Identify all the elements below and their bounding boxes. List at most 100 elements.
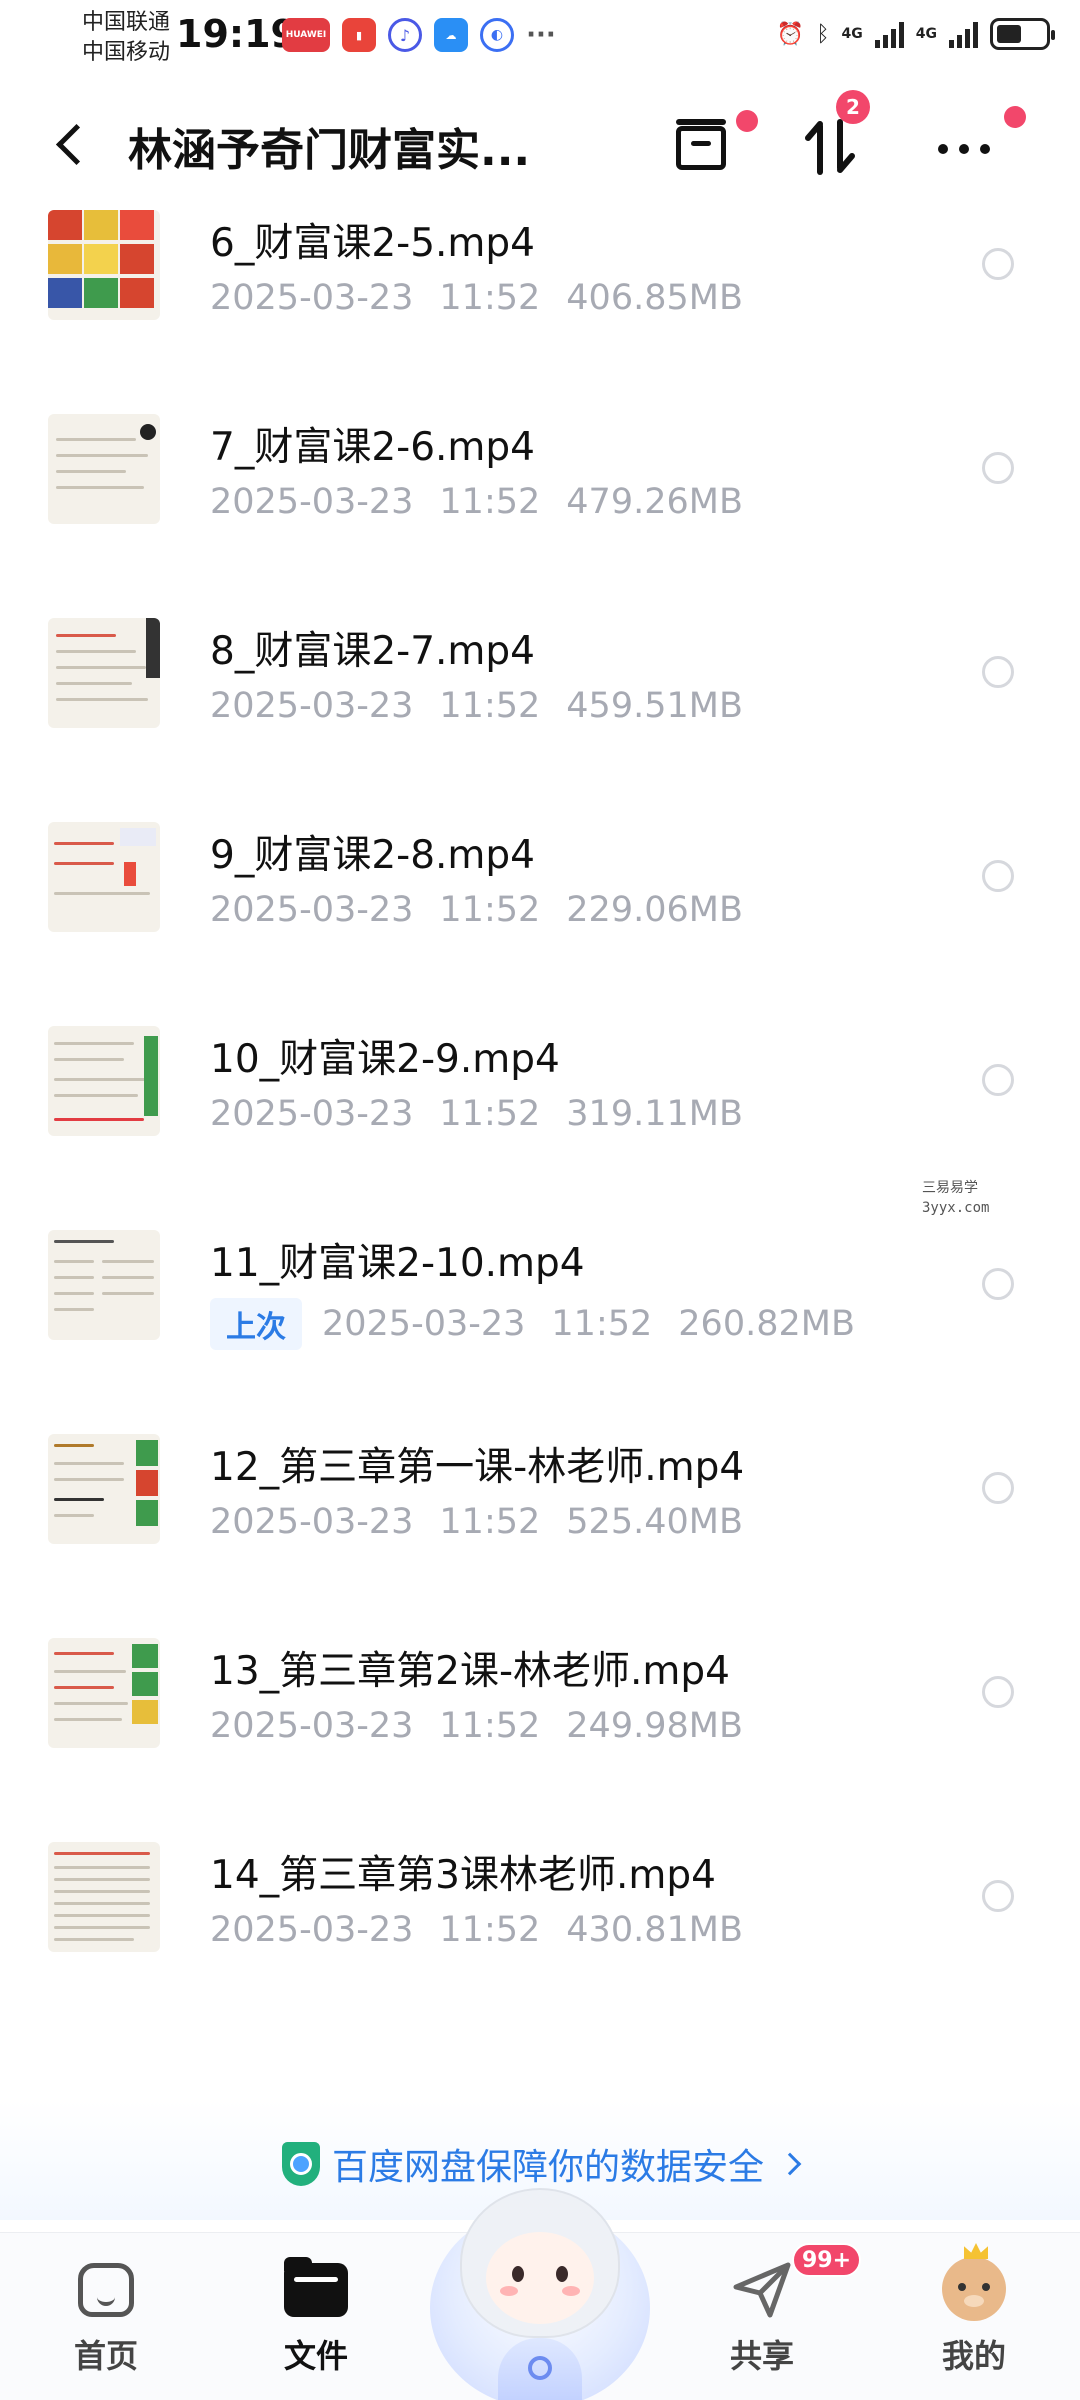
file-date: 2025-03-23 — [210, 1502, 414, 1542]
file-time: 11:52 — [439, 890, 541, 930]
file-row[interactable]: 14_第三章第3课林老师.mp4 2025-03-23 11:52 430.81… — [0, 1832, 1080, 2002]
transfer-count-badge: 2 — [836, 90, 870, 124]
file-row[interactable]: 6_财富课2-5.mp4 2025-03-23 11:52 406.85MB — [0, 200, 1080, 370]
network-type-2: 4G — [915, 26, 937, 42]
signal-2-icon — [949, 20, 978, 48]
file-row[interactable]: 7_财富课2-6.mp4 2025-03-23 11:52 479.26MB — [0, 404, 1080, 574]
browser-app-icon: ◐ — [480, 18, 514, 52]
file-date: 2025-03-23 — [210, 1094, 414, 1134]
file-date: 2025-03-23 — [322, 1304, 526, 1344]
select-radio[interactable] — [982, 860, 1014, 892]
nav-home-label: 首页 — [73, 2337, 138, 2375]
select-radio[interactable] — [982, 452, 1014, 484]
more-dot-icon — [959, 144, 969, 154]
nav-home[interactable]: 首页 — [36, 2257, 176, 2377]
file-time: 11:52 — [439, 1910, 541, 1950]
inbox-button[interactable] — [668, 110, 758, 182]
file-meta: 2025-03-23 11:52 249.98MB — [210, 1706, 743, 1746]
file-name: 10_财富课2-9.mp4 — [210, 1037, 560, 1082]
file-time: 11:52 — [439, 482, 541, 522]
baidu-netdisk-folder-screen: 中国联通 中国移动 19:19 HUAWEI ▮ ♪ ☁ ◐ ··· ⏰ ᛒ 4… — [0, 0, 1080, 2400]
nav-share[interactable]: 99+ 共享 — [692, 2243, 862, 2377]
select-radio[interactable] — [982, 1880, 1014, 1912]
watermark-line-1: 三易易学 — [922, 1180, 978, 1196]
more-red-dot — [1004, 106, 1026, 128]
more-notifications-icon: ··· — [526, 20, 556, 50]
mascot-face-icon — [486, 2232, 594, 2324]
paper-plane-icon: 99+ — [730, 2243, 862, 2321]
video-thumbnail — [48, 1638, 160, 1748]
crown-icon — [964, 2243, 988, 2259]
file-size: 319.11MB — [566, 1094, 743, 1134]
system-icons: ⏰ ᛒ 4G 4G — [776, 18, 1055, 50]
inbox-icon — [676, 119, 726, 170]
last-played-tag: 上次 — [210, 1298, 302, 1350]
nav-share-label: 共享 — [729, 2337, 794, 2375]
file-time: 11:52 — [439, 1094, 541, 1134]
chevron-right-icon — [778, 2152, 802, 2176]
select-radio[interactable] — [982, 1268, 1014, 1300]
file-date: 2025-03-23 — [210, 1706, 414, 1746]
file-meta: 2025-03-23 11:52 479.26MB — [210, 482, 743, 522]
video-thumbnail — [48, 1434, 160, 1544]
alarm-icon: ⏰ — [776, 21, 805, 47]
file-name: 11_财富课2-10.mp4 — [210, 1241, 585, 1286]
video-thumbnail — [48, 414, 160, 524]
select-radio[interactable] — [982, 1064, 1014, 1096]
shield-icon — [282, 2142, 320, 2186]
file-date: 2025-03-23 — [210, 278, 414, 318]
weather-app-icon: ☁ — [434, 18, 468, 52]
file-meta: 上次 2025-03-23 11:52 260.82MB — [210, 1298, 855, 1350]
bluetooth-icon: ᛒ — [816, 21, 830, 47]
transfer-list-button[interactable]: 2 — [796, 90, 870, 182]
carrier-unicom: 中国联通 — [82, 10, 171, 35]
select-radio[interactable] — [982, 656, 1014, 688]
watermark-line-2: 3yyx.com — [922, 1200, 990, 1216]
select-radio[interactable] — [982, 1676, 1014, 1708]
nav-mine-label: 我的 — [941, 2337, 1006, 2375]
file-time: 11:52 — [551, 1304, 653, 1344]
file-meta: 2025-03-23 11:52 525.40MB — [210, 1502, 743, 1542]
file-meta: 2025-03-23 11:52 459.51MB — [210, 686, 743, 726]
file-date: 2025-03-23 — [210, 686, 414, 726]
nav-files[interactable]: 文件 — [246, 2257, 386, 2377]
select-radio[interactable] — [982, 1472, 1014, 1504]
network-type-1: 4G — [841, 26, 863, 42]
file-size: 525.40MB — [566, 1502, 743, 1542]
file-time: 11:52 — [439, 1706, 541, 1746]
avatar — [942, 2243, 1006, 2321]
file-name: 8_财富课2-7.mp4 — [210, 629, 535, 674]
file-name: 9_财富课2-8.mp4 — [210, 833, 535, 878]
file-row[interactable]: 11_财富课2-10.mp4 上次 2025-03-23 11:52 260.8… — [0, 1220, 1080, 1390]
file-size: 249.98MB — [566, 1706, 743, 1746]
carrier-info: 中国联通 中国移动 — [82, 8, 170, 68]
file-size: 229.06MB — [566, 890, 743, 930]
file-date: 2025-03-23 — [210, 482, 414, 522]
file-date: 2025-03-23 — [210, 1910, 414, 1950]
file-row[interactable]: 12_第三章第一课-林老师.mp4 2025-03-23 11:52 525.4… — [0, 1424, 1080, 1594]
file-meta: 2025-03-23 11:52 319.11MB — [210, 1094, 743, 1134]
file-row[interactable]: 13_第三章第2课-林老师.mp4 2025-03-23 11:52 249.9… — [0, 1628, 1080, 1798]
nav-mine[interactable]: 我的 — [904, 2243, 1044, 2377]
back-button[interactable] — [48, 114, 98, 174]
file-time: 11:52 — [439, 1502, 541, 1542]
file-row[interactable]: 9_财富课2-8.mp4 2025-03-23 11:52 229.06MB — [0, 812, 1080, 982]
huawei-app-icon: HUAWEI — [282, 18, 330, 52]
more-options-button[interactable] — [930, 106, 1026, 182]
file-meta: 2025-03-23 11:52 430.81MB — [210, 1910, 743, 1950]
share-count-badge: 99+ — [792, 2243, 862, 2277]
file-row[interactable]: 10_财富课2-9.mp4 2025-03-23 11:52 319.11MB — [0, 1016, 1080, 1186]
file-name: 13_第三章第2课-林老师.mp4 — [210, 1649, 730, 1694]
battery-icon — [990, 18, 1055, 50]
video-thumbnail — [48, 210, 160, 320]
file-row[interactable]: 8_财富课2-7.mp4 2025-03-23 11:52 459.51MB — [0, 608, 1080, 778]
select-radio[interactable] — [982, 248, 1014, 280]
file-meta: 2025-03-23 11:52 406.85MB — [210, 278, 743, 318]
clock-time: 19:19 — [176, 12, 297, 56]
more-dot-icon — [980, 144, 990, 154]
file-name: 6_财富课2-5.mp4 — [210, 221, 535, 266]
file-time: 11:52 — [439, 278, 541, 318]
site-watermark: 三易易学 3yyx.com — [922, 1178, 989, 1218]
ai-assistant-mascot-button[interactable] — [430, 2168, 650, 2400]
file-name: 12_第三章第一课-林老师.mp4 — [210, 1445, 745, 1490]
